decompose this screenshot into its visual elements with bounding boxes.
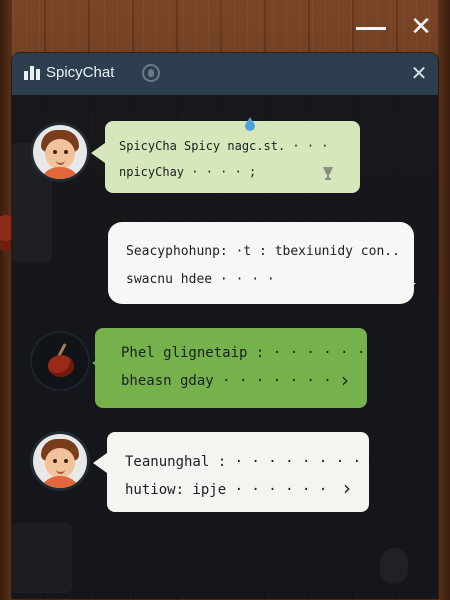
message-bubble[interactable]: Phel glignetaip : · · · · · · bheasn gda… — [95, 328, 367, 408]
message-line: npicyChay · · · · ; — [119, 165, 257, 179]
cup-icon — [323, 167, 333, 180]
chat-dialog: SpicyChat ✕ SpicyCha Spicy nagc.st. · · … — [12, 53, 438, 598]
message-bubble[interactable]: Teanunghal : · · · · · · · · · hutiow: i… — [107, 432, 378, 512]
window-minimize-button[interactable] — [356, 27, 386, 30]
droplet-icon — [245, 117, 255, 131]
background-panel — [12, 523, 72, 593]
dialog-titlebar: SpicyChat ✕ — [12, 53, 438, 95]
message-bubble[interactable]: Seacyphohunp: ·t : tbexiunidy con.. swac… — [108, 222, 414, 304]
right-frame — [438, 0, 450, 600]
message-line: SpicyCha Spicy nagc.st. · · · — [119, 139, 329, 153]
dialog-close-button[interactable]: ✕ — [408, 61, 430, 85]
message-bubble[interactable]: SpicyCha Spicy nagc.st. · · · npicyChay … — [105, 121, 360, 193]
window-close-button[interactable]: ✕ — [408, 14, 434, 40]
bar-chart-icon — [24, 66, 40, 80]
user-avatar[interactable] — [33, 125, 87, 179]
message-line: Seacyphohunp: ·t : tbexiunidy con.. — [126, 244, 400, 259]
message-line: hutiow: ipje · · · · · · — [125, 482, 328, 498]
app-title: SpicyChat — [46, 64, 115, 81]
bubble-tail — [91, 143, 105, 163]
chevron-right-icon[interactable]: › — [343, 476, 351, 500]
bubble-tail — [400, 283, 416, 297]
left-frame — [0, 0, 12, 600]
fruit-avatar[interactable] — [32, 333, 88, 389]
user-avatar[interactable] — [33, 434, 87, 488]
message-line: Teanunghal : · · · · · · · · · — [125, 454, 378, 470]
background-knob — [380, 548, 408, 584]
status-icon — [142, 64, 160, 82]
message-line: bheasn gday · · · · · · · — [121, 373, 332, 389]
chevron-right-icon[interactable]: › — [341, 368, 349, 392]
bubble-tail — [93, 453, 107, 473]
message-line: Phel glignetaip : · · · · · · — [121, 345, 366, 361]
message-line: swacnu hdee · · · · — [126, 272, 275, 287]
